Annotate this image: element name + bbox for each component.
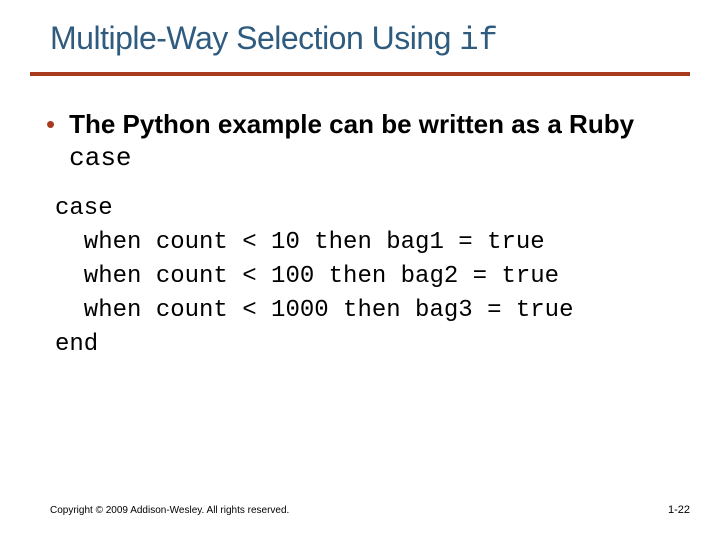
page-number: 1-22: [668, 504, 690, 516]
title-underline: [30, 72, 690, 76]
title-text: Multiple-Way Selection Using: [50, 20, 459, 56]
code-block: case when count < 10 then bag1 = true wh…: [55, 192, 680, 362]
slide-title: Multiple-Way Selection Using if: [50, 20, 680, 59]
copyright-text: Copyright © 2009 Addison-Wesley. All rig…: [50, 505, 289, 516]
bullet-text-main: The Python example can be written as a R…: [69, 109, 634, 139]
title-keyword: if: [459, 22, 497, 59]
slide-body: • The Python example can be written as a…: [70, 108, 680, 362]
bullet-item: • The Python example can be written as a…: [70, 108, 680, 174]
slide: Multiple-Way Selection Using if • The Py…: [0, 0, 720, 540]
bullet-text: The Python example can be written as a R…: [69, 108, 680, 174]
bullet-keyword: case: [69, 143, 131, 173]
bullet-marker: •: [46, 108, 55, 140]
